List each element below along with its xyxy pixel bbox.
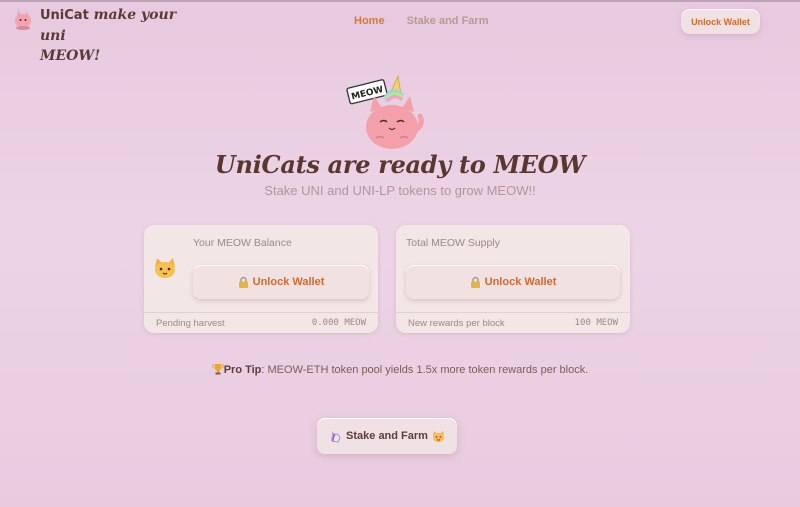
supply-unlock-wallet-button[interactable]: Unlock Wallet [406, 265, 620, 299]
nav-stake-and-farm-link[interactable]: Stake and Farm [407, 15, 489, 27]
rewards-per-block-label: New rewards per block [408, 317, 505, 329]
brand-tagline-line2: MEOW! [40, 48, 101, 64]
balance-unlock-wallet-button[interactable]: Unlock Wallet [193, 265, 369, 299]
nav-home-link[interactable]: Home [354, 15, 385, 27]
supply-unlock-wallet-label: Unlock Wallet [484, 276, 557, 288]
unicorn-icon [331, 430, 341, 442]
balance-unlock-wallet-label: Unlock Wallet [252, 276, 325, 288]
stake-and-farm-button[interactable]: Stake and Farm [317, 418, 457, 454]
supply-card-footer: New rewards per block 100 MEOW [396, 312, 630, 333]
header-unlock-wallet-button[interactable]: Unlock Wallet [681, 9, 760, 34]
balance-card: Your MEOW Balance Unlock Wallet Pending … [144, 225, 378, 333]
unicat-logo-icon [15, 8, 31, 30]
brand[interactable]: UniCat make your uni MEOW! [12, 5, 180, 66]
cat-face-icon [155, 258, 175, 278]
rewards-per-block-value: 100 MEOW [574, 318, 618, 328]
balance-label: Your MEOW Balance [193, 237, 292, 249]
pro-tip-label: Pro Tip [223, 364, 262, 376]
brand-text: UniCat make your uni MEOW! [40, 5, 180, 66]
supply-card: Total MEOW Supply Unlock Wallet New rewa… [396, 225, 630, 333]
stake-and-farm-label: Stake and Farm [346, 430, 428, 442]
trophy-icon [211, 364, 224, 375]
unicat-mascot-illustration: MEOW [346, 74, 424, 149]
main-nav: Home Stake and Farm [354, 15, 488, 27]
hero-title: UniCats are ready to MEOW [214, 150, 586, 179]
brand-name: UniCat [40, 8, 89, 23]
pending-harvest-value: 0.000 MEOW [311, 318, 366, 328]
top-border [0, 0, 800, 2]
lock-icon [238, 276, 248, 288]
pro-tip: Pro Tip: MEOW-ETH token pool yields 1.5x… [0, 363, 800, 376]
cat-heart-eyes-icon [432, 430, 444, 442]
hero-subtitle: Stake UNI and UNI-LP tokens to grow MEOW… [264, 183, 536, 198]
balance-card-footer: Pending harvest 0.000 MEOW [144, 312, 378, 333]
pro-tip-text: : MEOW-ETH token pool yields 1.5x more t… [261, 364, 589, 376]
supply-label: Total MEOW Supply [406, 237, 500, 249]
lock-icon [470, 276, 480, 288]
pending-harvest-label: Pending harvest [156, 317, 225, 329]
